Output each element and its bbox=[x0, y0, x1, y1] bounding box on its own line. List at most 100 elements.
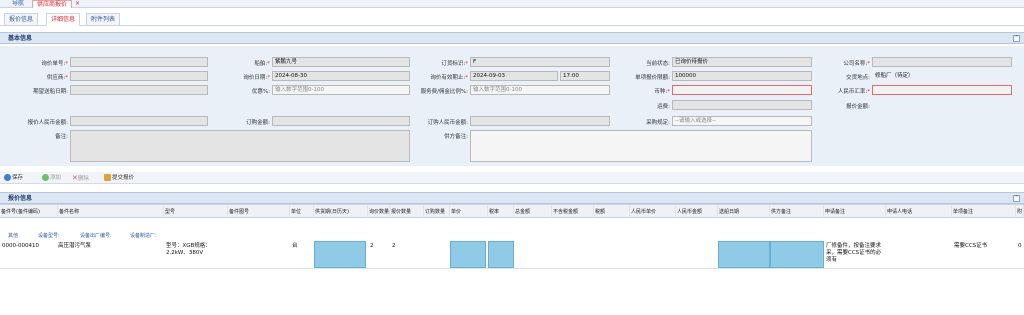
filter-other[interactable]: 其他 bbox=[8, 232, 18, 239]
col-apply-remark[interactable]: 申请备注 bbox=[824, 205, 886, 218]
quote-amount-label: 报价金额: bbox=[846, 104, 870, 110]
collapse-icon[interactable]: ⌃ bbox=[1013, 35, 1020, 42]
save-button[interactable]: 保存 bbox=[4, 172, 23, 184]
cell-tax-rate-input[interactable] bbox=[488, 241, 514, 268]
delivery-method-label: 交货地点: bbox=[846, 75, 870, 81]
col-unit-price[interactable]: 单价 bbox=[450, 205, 488, 218]
expected-delivery-field[interactable] bbox=[70, 85, 208, 95]
col-rmb-price[interactable]: 人民币单价 bbox=[630, 205, 676, 218]
tab-quote-info[interactable]: 报价信息 bbox=[4, 13, 39, 26]
subtab-bar: 报价信息 详细信息 附件列表 bbox=[0, 12, 1024, 26]
purchase-rule-label: 采购规定: bbox=[646, 120, 670, 126]
rmb-rate-field[interactable] bbox=[872, 85, 1012, 95]
add-button[interactable]: 添加 bbox=[42, 172, 61, 184]
col-item-remark[interactable]: 单项备注 bbox=[952, 205, 1016, 218]
col-applicant-phone[interactable]: 申请人电话 bbox=[886, 205, 952, 218]
vessel-field[interactable]: 紫鹏九号 bbox=[272, 57, 410, 67]
quote-info-header: 报价信息 ⌃ bbox=[0, 192, 1024, 204]
collapse-icon[interactable]: ⌃ bbox=[1013, 195, 1020, 202]
filter-equipment-model[interactable]: 设备型号: bbox=[38, 232, 60, 239]
basic-info-title: 基本信息 bbox=[8, 35, 33, 42]
cell-inquiry-qty: 2 bbox=[370, 243, 374, 249]
col-delivery-date[interactable]: 送船日期 bbox=[718, 205, 770, 218]
delivery-method-field: 修船厂（待定） bbox=[875, 73, 914, 79]
cell-delivery-date-input[interactable] bbox=[718, 241, 770, 268]
valid-until-time-field[interactable]: 17:00 bbox=[560, 71, 610, 81]
save-icon bbox=[4, 174, 11, 181]
cell-item-remark: 需要CCS证书 bbox=[954, 243, 988, 249]
cell-unit-price-input[interactable] bbox=[450, 241, 486, 268]
single-quote-limit-label: 单项报价限额: bbox=[635, 75, 670, 81]
order-rmb-amount-field[interactable] bbox=[470, 116, 610, 126]
inquiry-date-field[interactable]: 2024-08-30 bbox=[272, 71, 410, 81]
supplier-remarks-label: 供方备注: bbox=[444, 134, 468, 140]
close-tab-icon[interactable]: × bbox=[75, 0, 80, 8]
cell-supplier-remark-input[interactable] bbox=[770, 241, 824, 268]
delete-button[interactable]: ✕删除 bbox=[72, 172, 89, 184]
col-part-name[interactable]: 备件名称 bbox=[58, 205, 164, 218]
table-row[interactable]: 0000-000410 高压潜污气泵 型号：XGB规格： 2.2kW、380V … bbox=[0, 241, 1024, 269]
tab-supplier-quote[interactable]: 供应商报价 bbox=[32, 0, 73, 8]
col-tax[interactable]: 税额 bbox=[594, 205, 630, 218]
shipping-fee-field[interactable] bbox=[672, 100, 812, 110]
cell-quote-qty: 2 bbox=[392, 243, 396, 249]
cell-delivery-days-input[interactable] bbox=[314, 241, 366, 268]
order-amount-label: 订购金额: bbox=[246, 120, 270, 126]
discount-input[interactable]: 输入数字范围0-100 bbox=[272, 85, 410, 95]
filter-equipment-maker[interactable]: 设备制造厂: bbox=[130, 232, 157, 239]
purchase-rule-select[interactable]: --请输入或选择-- bbox=[672, 116, 812, 126]
col-untaxed[interactable]: 不含税金额 bbox=[552, 205, 594, 218]
col-part-no[interactable]: 备件号(备件编码) bbox=[0, 205, 58, 218]
service-fee-input[interactable]: 输入数字范围0-100 bbox=[470, 85, 610, 95]
remarks-field[interactable] bbox=[70, 130, 410, 162]
top-nav-bar: 导航 供应商报价 × bbox=[0, 0, 1024, 8]
company-field[interactable] bbox=[872, 57, 1012, 67]
col-rmb-amount[interactable]: 人民币金额 bbox=[676, 205, 718, 218]
rfq-no-label: 询价单号:* bbox=[41, 61, 68, 67]
col-inquiry-qty[interactable]: 询价数量 bbox=[368, 205, 390, 218]
col-tax-rate[interactable]: 税率 bbox=[488, 205, 514, 218]
col-drawing-no[interactable]: 备件图号 bbox=[228, 205, 290, 218]
quote-rmb-amount-label: 报价人民币金额: bbox=[27, 120, 68, 126]
cell-apply-remark: 厂修备件，按备注要求采，需要CCS证书的必须有 bbox=[826, 243, 882, 263]
cell-part-no: 0000-000410 bbox=[2, 243, 39, 249]
col-model[interactable]: 型号 bbox=[164, 205, 228, 218]
supplier-field[interactable] bbox=[70, 71, 208, 81]
basic-info-form: 询价单号:* 供应商:* 期望送船日期: 报价人民币金额: 备注: 船舶:* 紫… bbox=[0, 46, 1024, 166]
rfq-no-field[interactable] bbox=[70, 57, 208, 67]
expected-delivery-label: 期望送船日期: bbox=[33, 89, 68, 95]
submit-icon bbox=[104, 174, 111, 181]
service-fee-label: 服务费/佣金比例%: bbox=[420, 89, 468, 95]
currency-label: 币种:* bbox=[654, 89, 670, 95]
cell-model-2: 2.2kW、380V bbox=[166, 250, 204, 256]
action-toolbar: 保存 添加 ✕删除 提交报价 bbox=[0, 172, 1024, 184]
col-extra[interactable]: 附 bbox=[1016, 205, 1024, 218]
cell-unit: 台 bbox=[292, 243, 298, 249]
order-flag-field[interactable]: F bbox=[470, 57, 610, 67]
current-status-field: 已询价待报价 bbox=[672, 57, 812, 67]
col-quote-qty[interactable]: 报价数量 bbox=[390, 205, 424, 218]
quote-rmb-amount-field[interactable] bbox=[70, 116, 208, 126]
order-flag-label: 订货标识:* bbox=[441, 61, 468, 67]
discount-label: 优惠%: bbox=[251, 89, 270, 95]
supplier-label: 供应商:* bbox=[46, 75, 68, 81]
filter-equipment-serial[interactable]: 设备出厂编号: bbox=[80, 232, 112, 239]
current-status-label: 当前状态: bbox=[646, 61, 670, 67]
tab-nav[interactable]: 导航 bbox=[8, 0, 28, 8]
company-label: 公司名称:* bbox=[843, 61, 870, 67]
tab-attachment-list[interactable]: 附件列表 bbox=[86, 13, 121, 26]
col-order-qty[interactable]: 订购数量 bbox=[424, 205, 450, 218]
col-delivery-days[interactable]: 供货期(日历天) bbox=[314, 205, 368, 218]
shipping-fee-label: 运费: bbox=[657, 104, 670, 110]
submit-quote-button[interactable]: 提交报价 bbox=[104, 172, 134, 184]
valid-until-date-field[interactable]: 2024-09-03 bbox=[470, 71, 558, 81]
col-total[interactable]: 总金额 bbox=[514, 205, 552, 218]
currency-select[interactable] bbox=[672, 85, 812, 95]
basic-info-header: 基本信息 ⌃ bbox=[0, 32, 1024, 44]
tab-detail-info[interactable]: 详细信息 bbox=[46, 13, 81, 26]
supplier-remarks-field[interactable] bbox=[470, 130, 812, 162]
order-amount-field[interactable] bbox=[272, 116, 410, 126]
col-supplier-remark[interactable]: 供方备注 bbox=[770, 205, 824, 218]
inquiry-date-label: 询价日期:* bbox=[243, 75, 270, 81]
col-unit[interactable]: 单位 bbox=[290, 205, 314, 218]
